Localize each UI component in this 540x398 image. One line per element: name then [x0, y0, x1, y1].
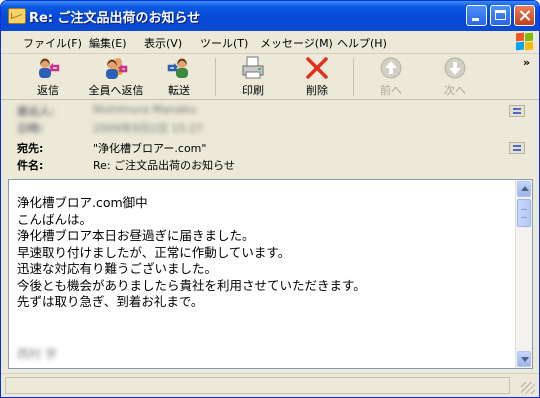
scroll-down-button[interactable] — [517, 351, 531, 367]
vertical-scrollbar[interactable] — [515, 180, 532, 368]
print-button[interactable]: 印刷 — [233, 56, 273, 98]
to-label: 宛先: — [17, 142, 44, 155]
header-expand-button[interactable] — [509, 105, 525, 117]
reply-button[interactable]: 返信 — [28, 56, 68, 98]
next-label: 次へ — [444, 84, 466, 97]
subject-value: Re: ご注文品出荷のお知らせ — [93, 159, 235, 172]
close-button[interactable] — [514, 5, 535, 26]
delete-x-icon — [305, 56, 329, 80]
delete-button[interactable]: 削除 — [297, 56, 337, 98]
message-line: 浄化槽ブロア本日お昼過ぎに届きました。 — [17, 228, 255, 243]
title-bar[interactable]: Re: ご注文品出荷のお知らせ — [1, 1, 539, 31]
reply-all-button[interactable]: 全員へ返信 — [84, 56, 148, 98]
menu-help[interactable]: ヘルプ(H) — [337, 35, 387, 51]
message-line: こんばんは。 — [17, 211, 93, 227]
message-body[interactable]: 浄化槽ブロア.com御中 こんばんは。 浄化槽ブロア本日お昼過ぎに届きました。 … — [8, 179, 533, 369]
toolbar-separator — [215, 58, 216, 96]
signature: 西村 学 — [17, 347, 57, 361]
menu-tools[interactable]: ツール(T) — [200, 35, 248, 51]
to-value: "浄化槽ブロアー.com" — [93, 142, 207, 155]
date-label: 日時: — [17, 122, 44, 135]
reply-label: 返信 — [37, 84, 59, 97]
printer-icon — [241, 56, 265, 80]
resize-grip[interactable] — [521, 382, 535, 394]
from-value: Nishimura Manabu — [93, 103, 197, 116]
status-bar — [1, 373, 539, 397]
arrow-down-icon — [443, 56, 467, 80]
reply-all-icon — [104, 56, 128, 80]
message-line: 先ずは取り急ぎ、到着お礼まで。 — [17, 294, 204, 309]
message-line: 今後とも機会がありましたら貴社を利用させていただきます。 — [17, 277, 366, 293]
message-header: 差出人: Nishimura Manabu 日時: 2009年9月2日 15:2… — [1, 100, 539, 176]
menu-file[interactable]: ファイル(F) — [23, 35, 82, 51]
window-title: Re: ご注文品出荷のお知らせ — [29, 11, 201, 26]
menu-message[interactable]: メッセージ(M) — [260, 35, 333, 51]
forward-icon — [167, 56, 191, 80]
next-button[interactable]: 次へ — [435, 56, 475, 98]
forward-label: 転送 — [168, 84, 190, 97]
date-value: 2009年9月2日 15:27 — [93, 122, 204, 135]
maximize-button[interactable] — [490, 5, 511, 26]
toolbar: 返信 全員へ返信 転送 印刷 削除 前へ 次へ » — [1, 54, 539, 100]
menu-view[interactable]: 表示(V) — [144, 35, 182, 51]
menu-bar: ファイル(F) 編集(E) 表示(V) ツール(T) メッセージ(M) ヘルプ(… — [1, 31, 539, 54]
previous-label: 前へ — [380, 84, 402, 97]
scroll-up-button[interactable] — [517, 181, 531, 197]
scroll-thumb[interactable] — [517, 199, 531, 227]
from-label: 差出人: — [17, 105, 55, 118]
toolbar-overflow-button[interactable]: » — [523, 56, 530, 69]
forward-button[interactable]: 転送 — [159, 56, 199, 98]
arrow-up-icon — [379, 56, 403, 80]
minimize-button[interactable] — [466, 5, 487, 26]
message-text: 浄化槽ブロア.com御中 こんばんは。 浄化槽ブロア本日お昼過ぎに届きました。 … — [17, 195, 517, 311]
mail-window: Re: ご注文品出荷のお知らせ ファイル(F) 編集(E) 表示(V) ツール(… — [0, 0, 540, 398]
print-label: 印刷 — [242, 84, 264, 97]
reply-icon — [36, 56, 60, 80]
reply-all-label: 全員へ返信 — [88, 84, 144, 97]
message-line: 早速取り付けましたが、正常に作動しています。 — [17, 244, 291, 260]
delete-label: 削除 — [306, 84, 328, 97]
toolbar-separator — [353, 58, 354, 96]
mail-app-icon[interactable] — [8, 8, 26, 24]
menu-edit[interactable]: 編集(E) — [89, 35, 127, 51]
status-pane — [5, 377, 510, 394]
windows-logo-icon — [515, 32, 533, 51]
previous-button[interactable]: 前へ — [371, 56, 411, 98]
message-line: 浄化槽ブロア.com御中 — [17, 195, 148, 210]
message-line: 迅速な対応有り難うございました。 — [17, 261, 218, 276]
recipients-expand-button[interactable] — [509, 142, 525, 154]
subject-label: 件名: — [17, 159, 44, 172]
